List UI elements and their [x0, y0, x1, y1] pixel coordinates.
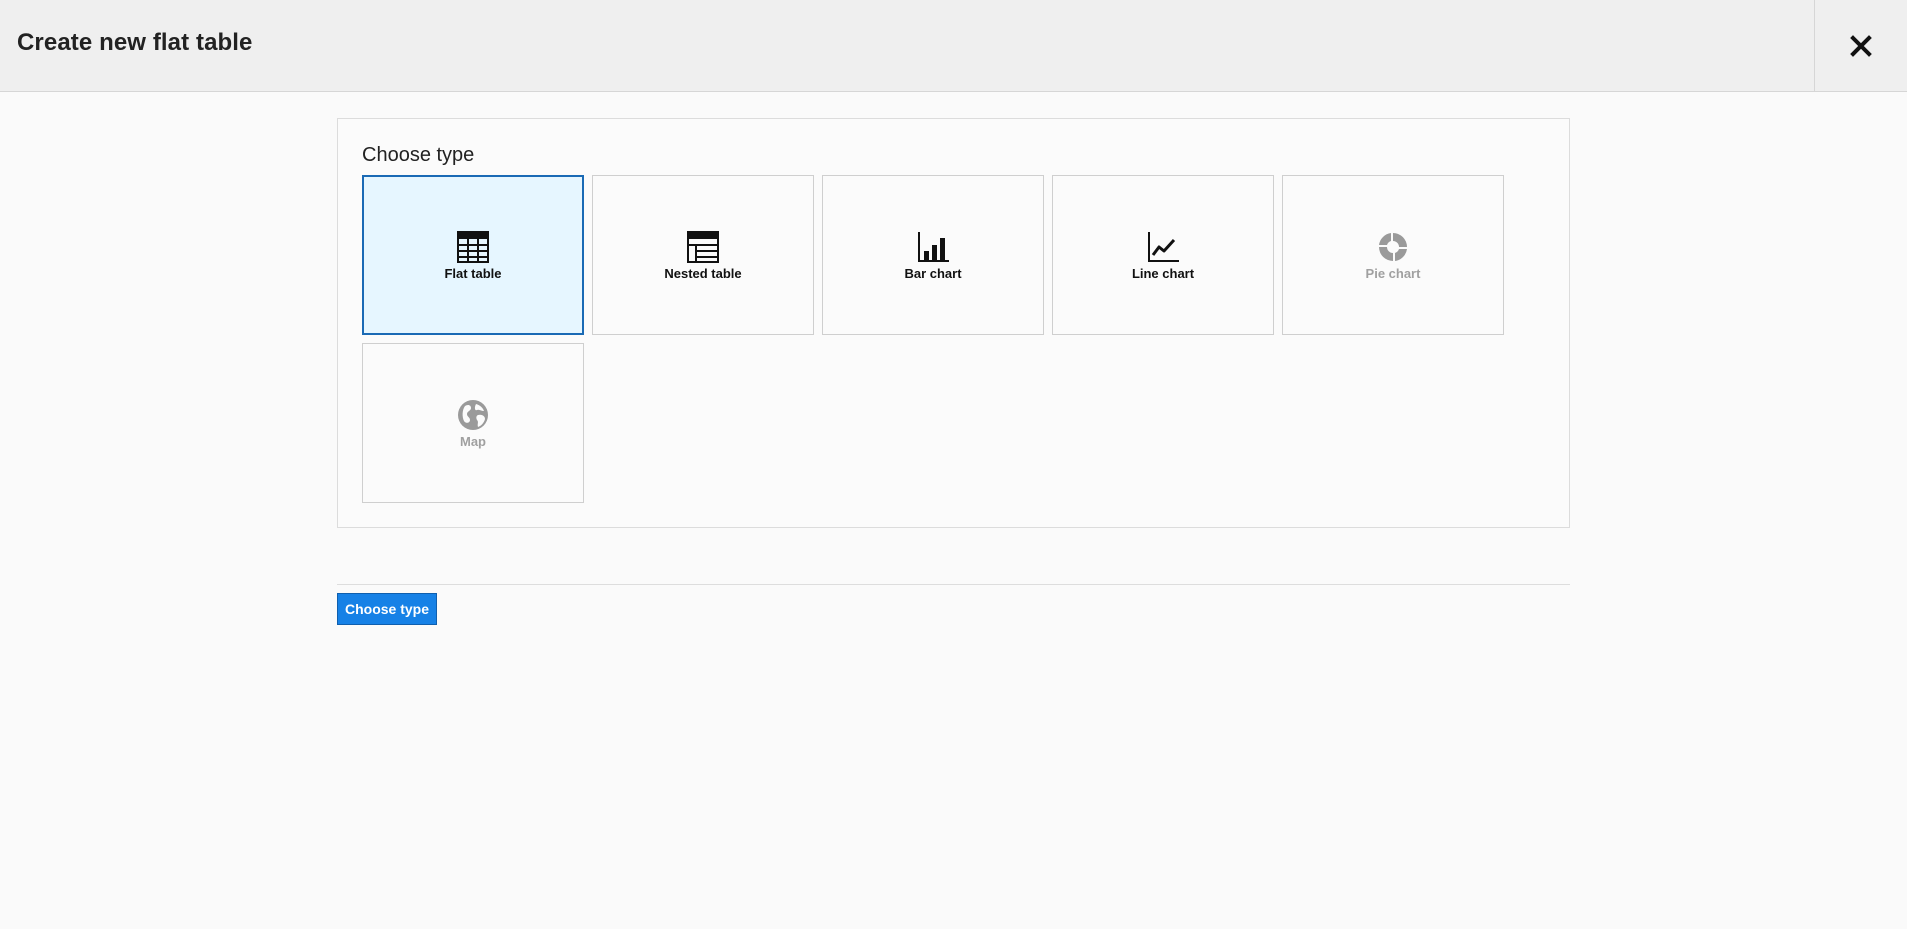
type-card-label: Nested table	[664, 265, 742, 281]
globe-icon	[458, 399, 488, 430]
nested-table-icon	[687, 230, 719, 263]
type-card-line-chart[interactable]: Line chart	[1052, 175, 1274, 335]
type-card-flat-table[interactable]: Flat table	[362, 175, 584, 335]
panel-title: Choose type	[362, 144, 475, 166]
line-chart-icon	[1148, 231, 1179, 262]
choose-type-button[interactable]: Choose type	[337, 593, 437, 625]
choose-type-panel: Choose type Flat table Nested table Bar …	[337, 118, 1570, 528]
type-card-label: Pie chart	[1365, 265, 1421, 281]
dialog-title: Create new flat table	[17, 29, 253, 56]
type-card-label: Bar chart	[904, 265, 962, 281]
pie-chart-icon	[1379, 232, 1407, 261]
close-icon	[1850, 35, 1872, 57]
flat-table-icon	[457, 230, 489, 263]
type-card-map[interactable]: Map	[362, 343, 584, 503]
dialog-header: Create new flat table	[0, 0, 1907, 92]
bar-chart-icon	[918, 231, 949, 262]
type-card-label: Flat table	[444, 265, 502, 281]
type-card-pie-chart[interactable]: Pie chart	[1282, 175, 1504, 335]
type-card-label: Line chart	[1131, 265, 1195, 281]
type-card-bar-chart[interactable]: Bar chart	[822, 175, 1044, 335]
type-card-label: Map	[460, 433, 486, 449]
close-button[interactable]	[1814, 0, 1907, 92]
type-card-nested-table[interactable]: Nested table	[592, 175, 814, 335]
footer-divider	[337, 584, 1570, 585]
